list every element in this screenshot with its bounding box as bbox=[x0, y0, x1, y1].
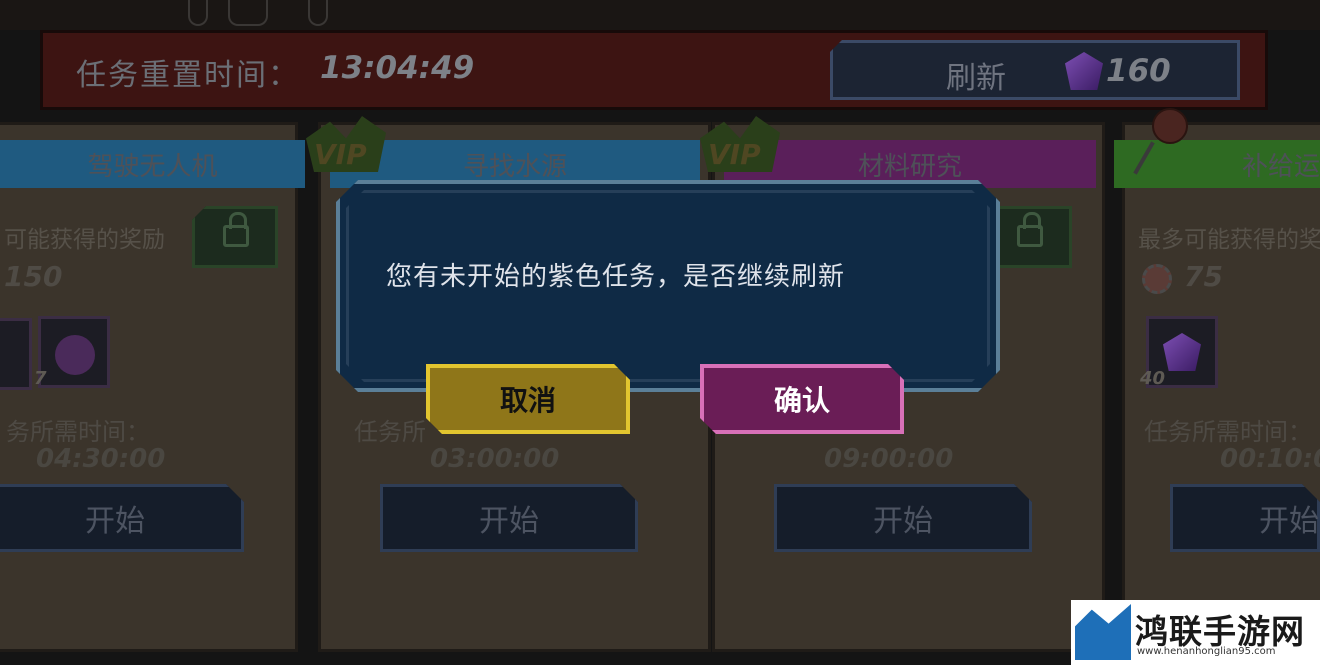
mission-title-4: 补给运 bbox=[1114, 140, 1320, 188]
watermark-url: www.henanhonglian95.com bbox=[1137, 646, 1276, 657]
coin-icon bbox=[1142, 264, 1172, 294]
duration-3: 09:00:00 bbox=[824, 444, 954, 474]
vip-badge: VIP bbox=[700, 116, 786, 180]
start-button-4[interactable]: 开始 bbox=[1170, 484, 1320, 552]
refresh-button[interactable]: 刷新 160 bbox=[830, 40, 1240, 100]
locked-slot bbox=[192, 206, 278, 268]
start-button-label: 开始 bbox=[85, 504, 145, 539]
start-button-label: 开始 bbox=[479, 504, 539, 539]
jar-icon bbox=[228, 0, 268, 26]
reward-label-1: 可能获得的奖励 bbox=[4, 227, 165, 253]
gem-icon bbox=[1163, 333, 1201, 371]
time-label-1: 务所需时间： bbox=[6, 418, 150, 446]
cancel-button-label: 取消 bbox=[499, 384, 556, 417]
start-button-label: 开始 bbox=[1259, 504, 1319, 539]
watermark: 鸿联手游网 www.henanhonglian95.com bbox=[1071, 600, 1320, 665]
item-count-4: 40 bbox=[1140, 368, 1166, 389]
reward-label-4: 最多可能获得的奖 bbox=[1138, 227, 1320, 253]
time-label-2: 任务所 bbox=[354, 418, 426, 446]
glass-icon bbox=[188, 0, 208, 26]
potion-icon bbox=[55, 335, 95, 375]
vip-label: VIP bbox=[708, 138, 761, 171]
potion-slot bbox=[38, 316, 110, 388]
lock-icon bbox=[1017, 212, 1043, 247]
duration-1: 04:30:00 bbox=[36, 444, 166, 474]
mission-title-4-label: 补给运 bbox=[1241, 151, 1320, 182]
lock-icon bbox=[223, 212, 249, 247]
duration-2: 03:00:00 bbox=[430, 444, 560, 474]
reward-amount-4: 75 bbox=[1184, 260, 1223, 293]
mission-title-1: 驾驶无人机 bbox=[0, 140, 305, 188]
item-slot bbox=[0, 318, 32, 390]
start-button-2[interactable]: 开始 bbox=[380, 484, 638, 552]
gem-icon bbox=[1065, 52, 1103, 90]
duration-4: 00:10:0 bbox=[1220, 444, 1320, 474]
start-button-label: 开始 bbox=[873, 504, 933, 539]
top-shelf bbox=[0, 0, 1320, 30]
time-label-4: 任务所需时间： bbox=[1144, 418, 1312, 446]
reset-time-value: 13:04:49 bbox=[320, 50, 475, 86]
vip-badge: VIP bbox=[306, 116, 392, 180]
refresh-button-label: 刷新 bbox=[946, 61, 1006, 96]
pin-icon bbox=[1152, 108, 1188, 144]
item-count-1: 7 bbox=[34, 368, 47, 389]
dialog-message: 您有未开始的紫色任务，是否继续刷新 bbox=[386, 262, 846, 292]
refresh-cost: 160 bbox=[1106, 53, 1171, 89]
glass-icon bbox=[308, 0, 328, 26]
vip-label: VIP bbox=[314, 138, 367, 171]
confirm-button[interactable]: 确认 bbox=[700, 364, 904, 434]
start-button-3[interactable]: 开始 bbox=[774, 484, 1032, 552]
start-button-1[interactable]: 开始 bbox=[0, 484, 244, 552]
watermark-logo-icon bbox=[1075, 604, 1131, 660]
reward-amount-1: 150 bbox=[4, 260, 63, 293]
cancel-button[interactable]: 取消 bbox=[426, 364, 630, 434]
confirm-button-label: 确认 bbox=[773, 384, 830, 417]
reset-time-label: 任务重置时间： bbox=[76, 58, 300, 93]
